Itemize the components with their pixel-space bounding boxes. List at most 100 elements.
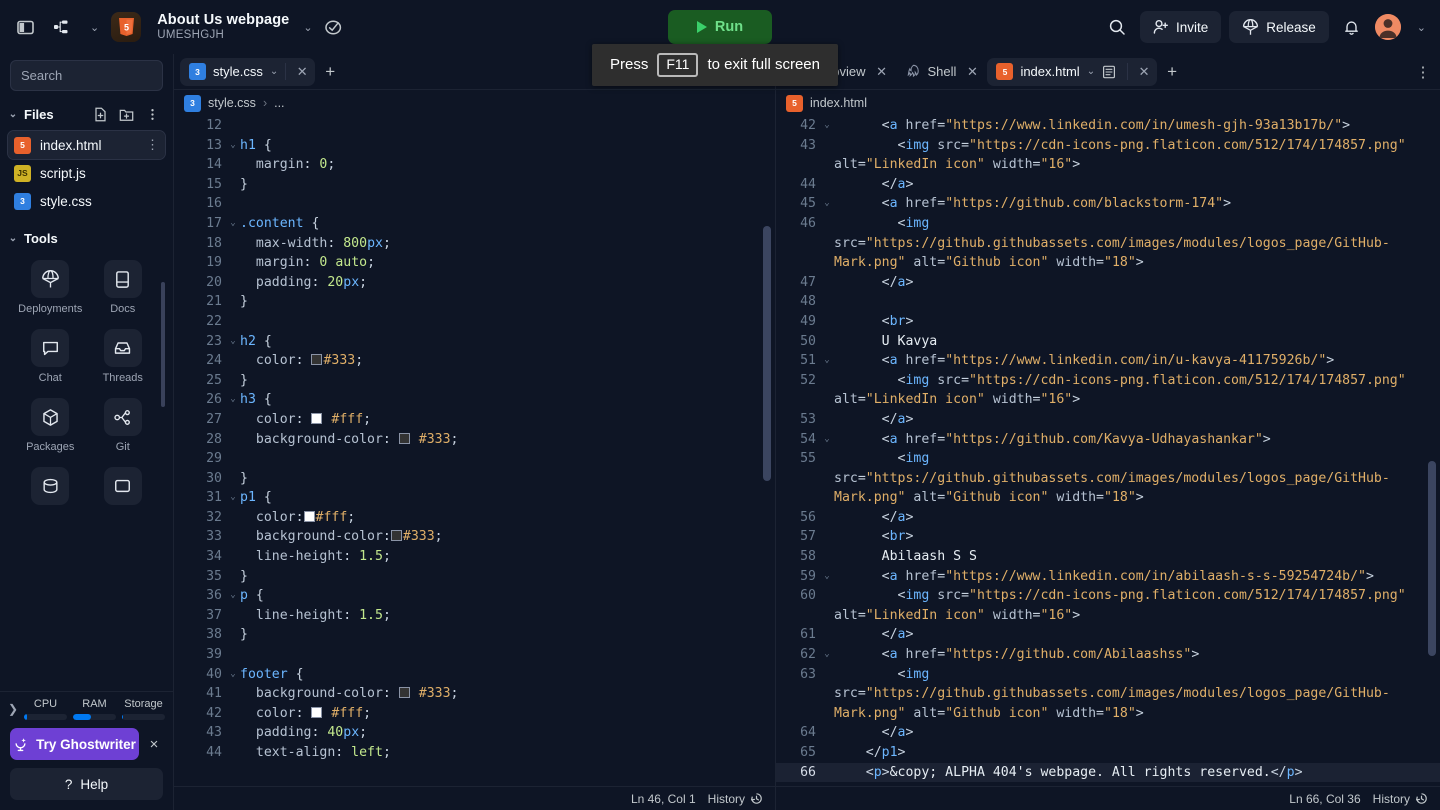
chevron-down-icon[interactable]: ⌄ [270, 66, 278, 77]
preview-pane-icon[interactable] [1102, 65, 1120, 79]
history-button[interactable]: History [1373, 792, 1428, 806]
tool-git[interactable]: Git [87, 394, 160, 459]
code-line[interactable]: 44 text-align: left; [174, 743, 775, 763]
resource-ram[interactable]: RAM [73, 698, 116, 720]
code-line[interactable]: 57 <br> [776, 527, 1440, 547]
expand-resources-icon[interactable]: ❯ [6, 702, 20, 716]
html-vertical-scrollbar[interactable] [1428, 461, 1436, 656]
code-line[interactable]: 16 [174, 194, 775, 214]
code-line[interactable]: 42 ⌄ <a href="https://www.linkedin.com/in… [776, 116, 1440, 136]
code-line[interactable]: 17 ⌄ .content { [174, 214, 775, 234]
code-line[interactable]: 19 margin: 0 auto; [174, 253, 775, 273]
code-line[interactable]: 48 [776, 292, 1440, 312]
code-line[interactable]: 58 Abilaash S S [776, 547, 1440, 567]
help-button[interactable]: ? Help [10, 768, 163, 800]
code-line[interactable]: 14 margin: 0; [174, 155, 775, 175]
tool-packages[interactable]: Packages [14, 394, 87, 459]
tab-index-html[interactable]: 5 index.html ⌄ ✕ [987, 57, 1158, 86]
avatar[interactable] [1374, 14, 1401, 40]
code-line[interactable]: src="https://github.githubassets.com/ima… [776, 684, 1440, 704]
avatar-chevron-down-icon[interactable]: ⌄ [1417, 21, 1426, 34]
code-line[interactable]: 34 line-height: 1.5; [174, 547, 775, 567]
color-swatch-icon[interactable] [311, 412, 323, 424]
new-folder-icon[interactable] [115, 103, 137, 125]
code-line[interactable]: 59 ⌄ <a href="https://www.linkedin.com/in… [776, 567, 1440, 587]
color-swatch-icon[interactable] [311, 354, 323, 366]
code-line[interactable]: 47 </a> [776, 273, 1440, 293]
history-button[interactable]: History [708, 792, 763, 806]
hierarchy-icon[interactable] [46, 12, 76, 42]
pane-options-icon[interactable]: ⋮ [1412, 63, 1434, 81]
code-line[interactable]: 56 </a> [776, 508, 1440, 528]
file-more-icon[interactable]: ⋮ [146, 137, 159, 153]
code-line[interactable]: 66 <p>&copy; ALPHA 404's webpage. All ri… [776, 762, 1440, 783]
code-line[interactable]: 44 </a> [776, 175, 1440, 195]
code-line[interactable]: alt="LinkedIn icon" width="16"> [776, 606, 1440, 626]
search-input[interactable] [10, 60, 163, 91]
chevron-down-icon[interactable]: ⌄ [1087, 66, 1095, 77]
css-code-editor[interactable]: 12 13 ⌄ h1 {14 margin: 0; 15} 16 17 ⌄ .content… [174, 116, 775, 786]
file-item-style-css[interactable]: 3 style.css [8, 187, 165, 215]
code-line[interactable]: 45 ⌄ <a href="https://github.com/blacksto… [776, 194, 1440, 214]
tools-scrollbar[interactable] [161, 282, 165, 407]
code-line[interactable]: 54 ⌄ <a href="https://github.com/Kavya-Ud… [776, 430, 1440, 450]
resource-cpu[interactable]: CPU [24, 698, 67, 720]
header-chevron-down-icon[interactable]: ⌄ [90, 21, 99, 34]
code-line[interactable]: 23 ⌄ h2 { [174, 332, 775, 352]
code-line[interactable]: 64 </a> [776, 723, 1440, 743]
code-line[interactable]: alt="LinkedIn icon" width="16"> [776, 155, 1440, 175]
fold-toggle-icon[interactable]: ⌄ [820, 116, 834, 136]
files-section-header[interactable]: ⌄ Files [0, 99, 173, 129]
tool-docs[interactable]: Docs [87, 256, 160, 321]
code-line[interactable]: 33 background-color: #333; [174, 527, 775, 547]
code-line[interactable]: 25} [174, 371, 775, 391]
tool-deployments[interactable]: Deployments [14, 256, 87, 321]
code-line[interactable]: 43 padding: 40px; [174, 723, 775, 743]
code-line[interactable]: 31 ⌄ p1 { [174, 488, 775, 508]
bell-icon[interactable] [1337, 12, 1367, 42]
code-line[interactable]: 41 background-color: #333; [174, 684, 775, 704]
close-icon[interactable]: ✕ [963, 64, 981, 80]
code-line[interactable]: 22 [174, 312, 775, 332]
code-line[interactable]: 40 ⌄ footer { [174, 665, 775, 685]
code-line[interactable]: Mark.png" alt="Github icon" width="18"> [776, 488, 1440, 508]
code-line[interactable]: 60 <img src="https://cdn-icons-png.flati… [776, 586, 1440, 606]
code-line[interactable]: 24 color: #333; [174, 351, 775, 371]
html-code-content[interactable]: 42 ⌄ <a href="https://www.linkedin.com/in… [776, 116, 1440, 783]
fold-toggle-icon[interactable]: ⌄ [226, 136, 240, 156]
close-icon[interactable]: ✕ [873, 64, 891, 80]
code-line[interactable]: 62 ⌄ <a href="https://github.com/Abilaash… [776, 645, 1440, 665]
html-code-editor[interactable]: 42 ⌄ <a href="https://www.linkedin.com/in… [776, 116, 1440, 786]
run-button[interactable]: Run [668, 10, 772, 44]
tool-chat[interactable]: Chat [14, 325, 87, 390]
release-button[interactable]: Release [1229, 11, 1329, 43]
close-icon[interactable]: ✕ [1135, 64, 1153, 80]
breadcrumb-file[interactable]: index.html [810, 96, 867, 110]
code-line[interactable]: 43 <img src="https://cdn-icons-png.flati… [776, 136, 1440, 156]
code-line[interactable]: 13 ⌄ h1 { [174, 136, 775, 156]
code-line[interactable]: 15} [174, 175, 775, 195]
code-line[interactable]: 32 color: #fff; [174, 508, 775, 528]
fold-toggle-icon[interactable]: ⌄ [226, 665, 240, 685]
code-line[interactable]: 52 <img src="https://cdn-icons-png.flati… [776, 371, 1440, 391]
css-code-content[interactable]: 12 13 ⌄ h1 {14 margin: 0; 15} 16 17 ⌄ .content… [174, 116, 775, 763]
code-line[interactable]: 20 padding: 20px; [174, 273, 775, 293]
new-tab-button[interactable]: + [317, 59, 343, 85]
code-line[interactable]: Mark.png" alt="Github icon" width="18"> [776, 704, 1440, 724]
try-ghostwriter-button[interactable]: Try Ghostwriter [10, 728, 139, 760]
code-line[interactable]: 39 [174, 645, 775, 665]
code-line[interactable]: 51 ⌄ <a href="https://www.linkedin.com/in… [776, 351, 1440, 371]
code-line[interactable]: 63 <img [776, 665, 1440, 685]
css-vertical-scrollbar[interactable] [763, 226, 771, 481]
code-line[interactable]: 21} [174, 292, 775, 312]
code-line[interactable]: 12 [174, 116, 775, 136]
code-line[interactable]: src="https://github.githubassets.com/ima… [776, 234, 1440, 254]
tools-section-header[interactable]: ⌄ Tools [0, 227, 173, 250]
code-line[interactable]: 38} [174, 625, 775, 645]
close-icon[interactable]: ✕ [293, 64, 311, 80]
invite-button[interactable]: Invite [1139, 11, 1222, 43]
code-line[interactable]: 27 color: #fff; [174, 410, 775, 430]
fold-toggle-icon[interactable]: ⌄ [820, 645, 834, 665]
new-file-icon[interactable] [89, 103, 111, 125]
code-line[interactable]: 55 <img [776, 449, 1440, 469]
